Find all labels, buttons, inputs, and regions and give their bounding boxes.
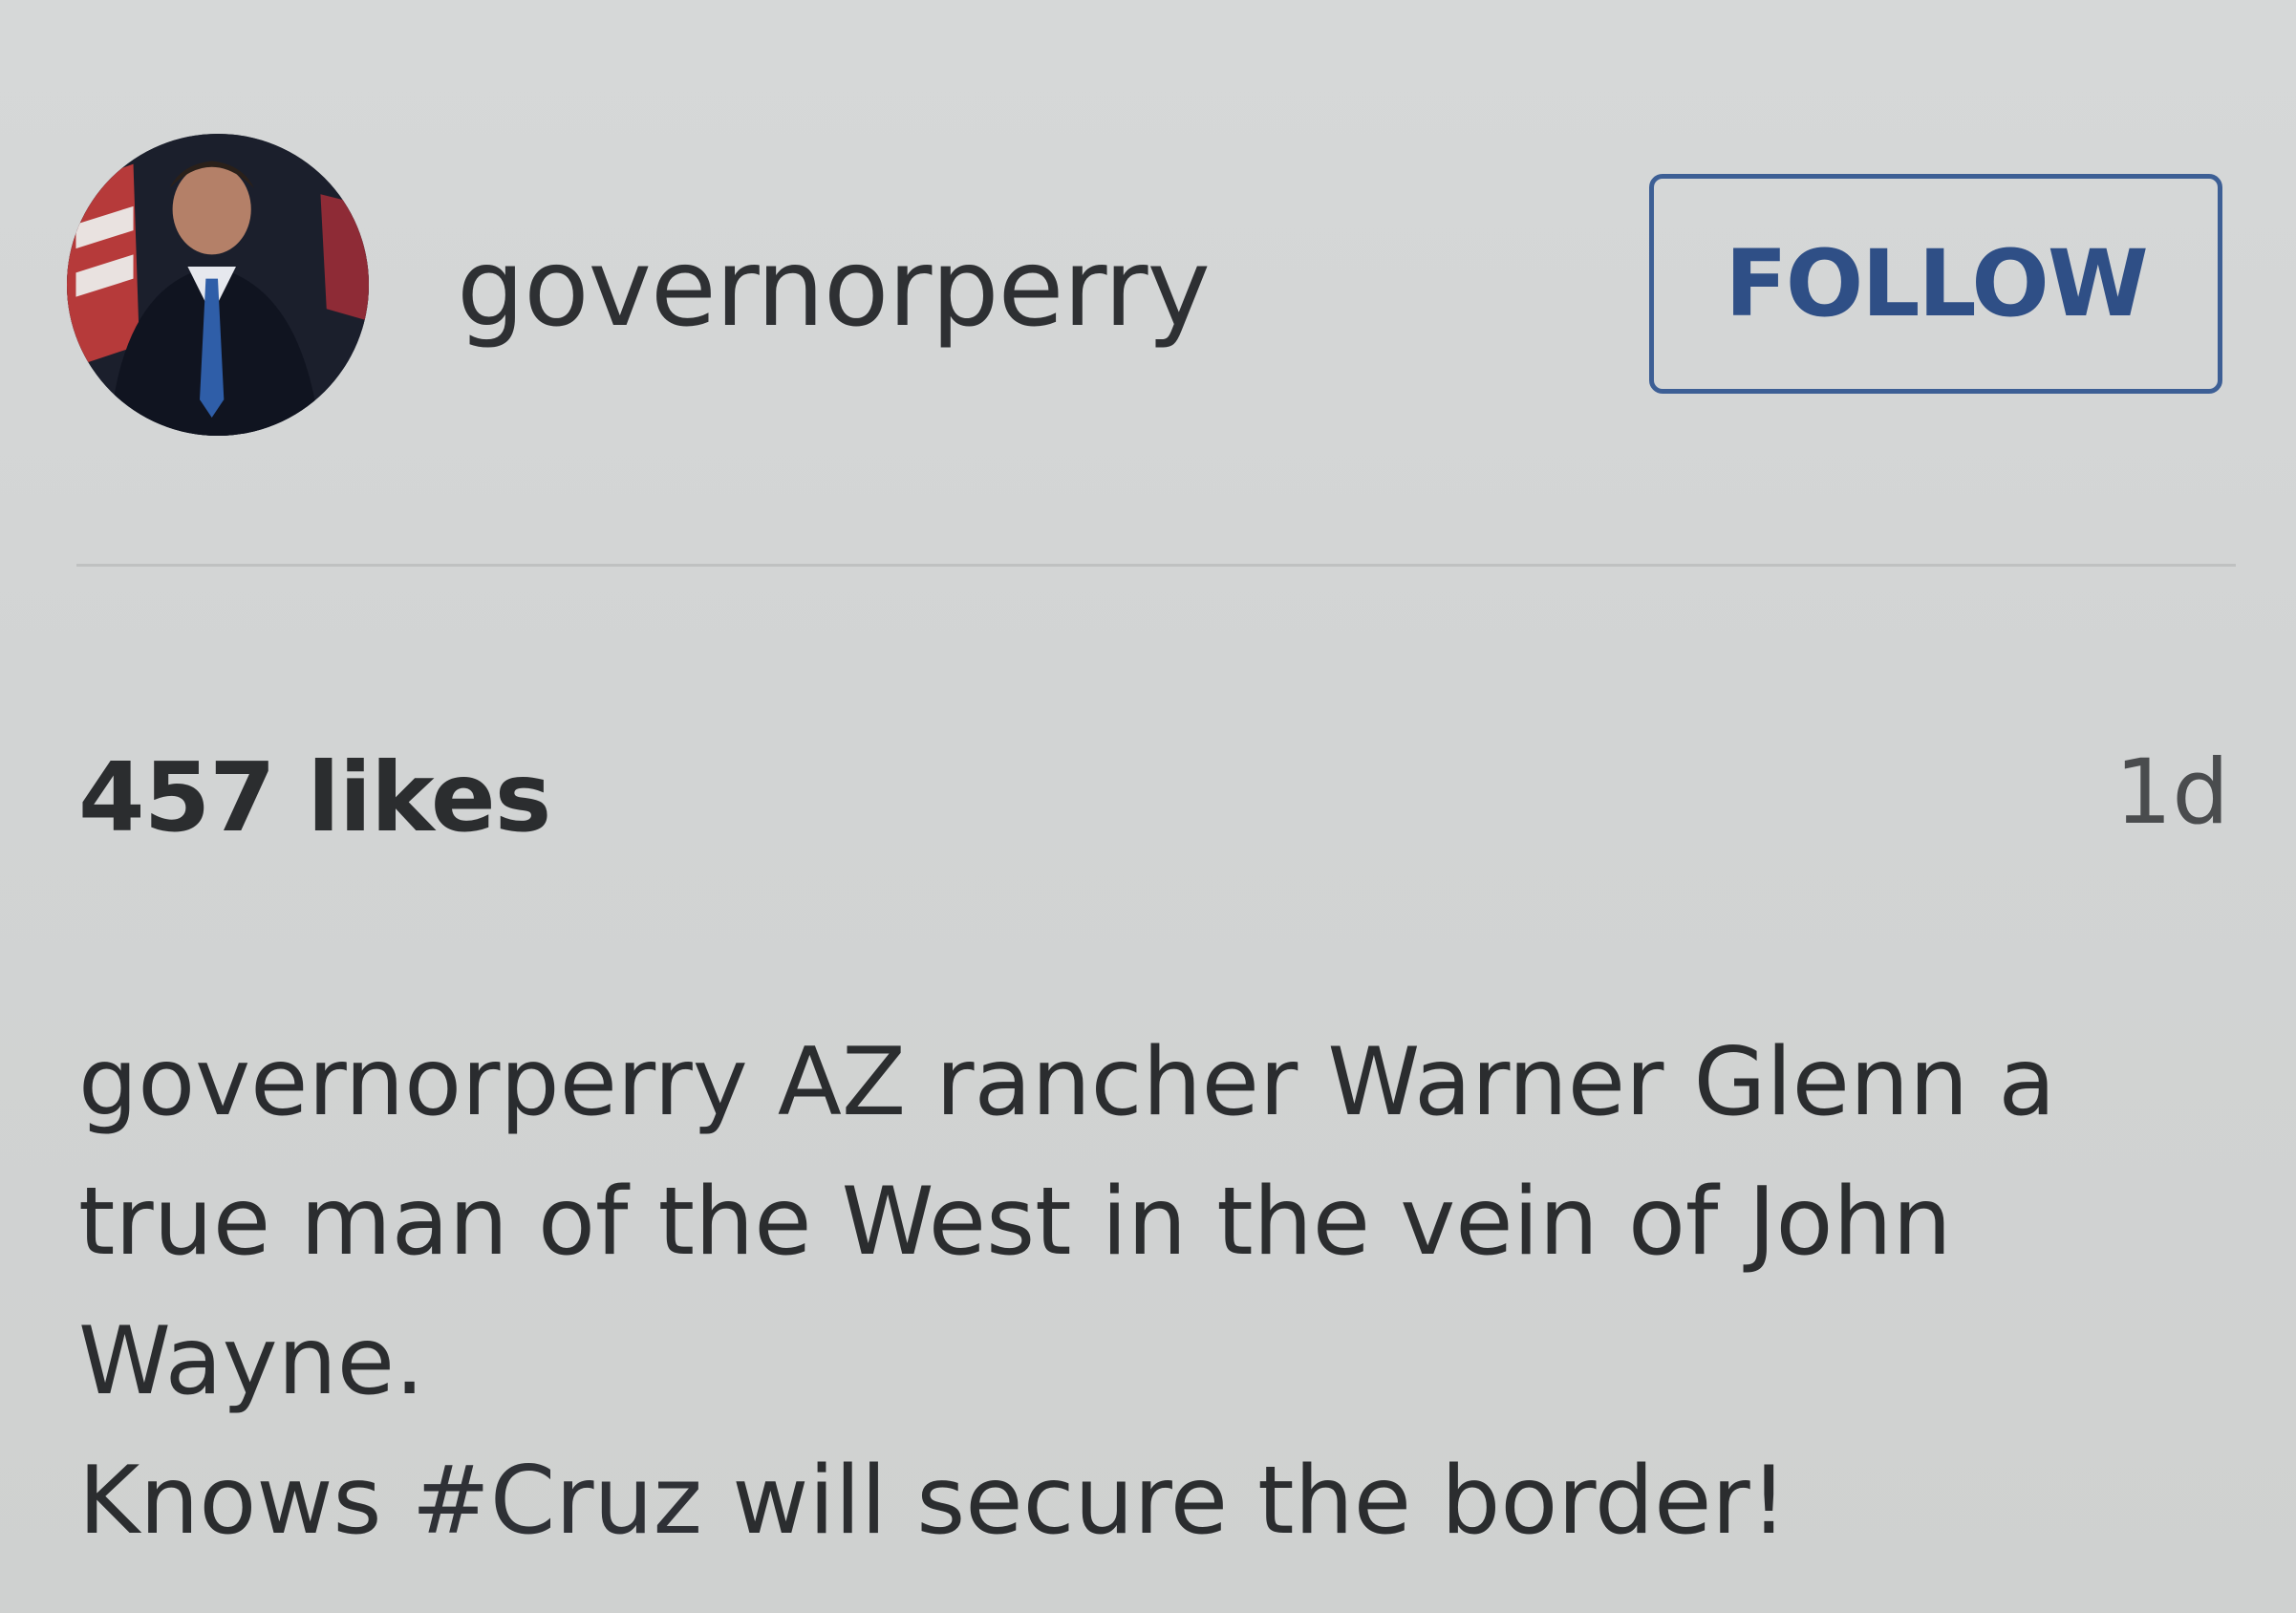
caption-line-2: true man of the West in the vein of John — [78, 1168, 1952, 1277]
post-timestamp: 1d — [2114, 741, 2229, 845]
caption-text-4a: Knows — [78, 1447, 412, 1556]
caption-line-3: Wayne. — [78, 1307, 425, 1416]
post-header: governorperry FOLLOW — [0, 0, 2296, 564]
post-caption: governorperry AZ rancher Warner Glenn a … — [78, 1013, 2238, 1571]
caption-line-1: governorperry AZ rancher Warner Glenn a — [78, 1013, 2238, 1152]
hashtag-link[interactable]: #Cruz — [412, 1447, 702, 1556]
caption-text-4b: will secure the border! — [702, 1447, 1788, 1556]
caption-text-1: AZ rancher Warner Glenn a — [747, 1028, 2056, 1137]
header-divider — [76, 564, 2236, 567]
username[interactable]: governorperry — [457, 222, 1211, 355]
likes-count[interactable]: 457 likes — [78, 736, 551, 860]
profile-photo-icon — [67, 134, 369, 436]
instagram-post: governorperry FOLLOW 457 likes 1d govern… — [0, 0, 2296, 1613]
follow-button[interactable]: FOLLOW — [1649, 174, 2222, 394]
caption-username[interactable]: governorperry — [78, 1028, 748, 1137]
avatar[interactable] — [67, 134, 369, 436]
caption-line-4: Knows #Cruz will secure the border! — [78, 1431, 2238, 1571]
